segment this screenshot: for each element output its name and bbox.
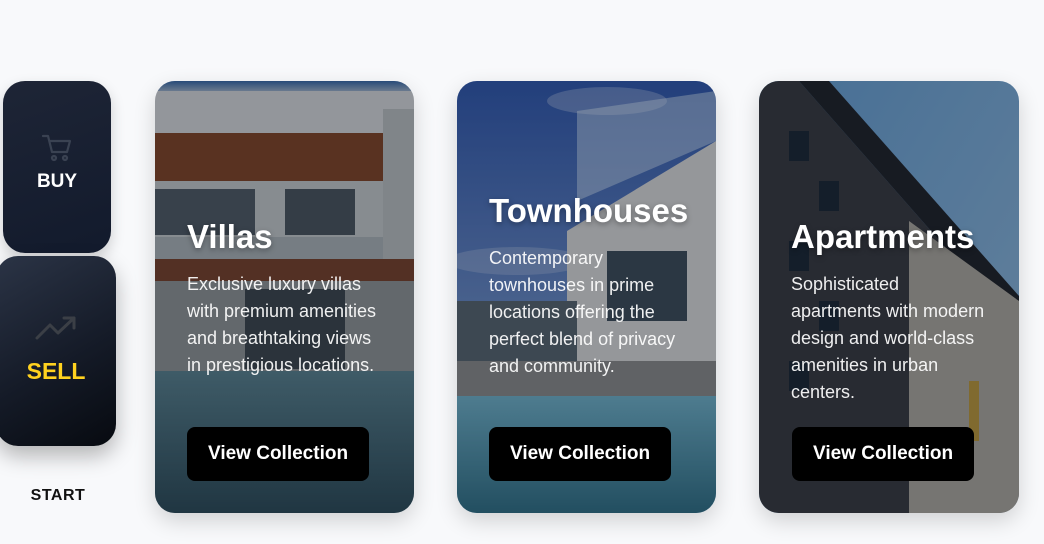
townhouses-card: Townhouses Contemporary townhouses in pr… xyxy=(457,81,716,513)
townhouses-card-content: Townhouses Contemporary townhouses in pr… xyxy=(489,192,690,380)
trending-up-icon xyxy=(34,314,78,342)
villas-view-collection-button[interactable]: View Collection xyxy=(187,427,370,481)
buy-tab-label: BUY xyxy=(36,171,78,192)
townhouses-title: Townhouses xyxy=(489,192,689,229)
apartments-description: Sophisticated apartments with modern des… xyxy=(791,274,985,403)
townhouses-view-collection-button[interactable]: View Collection xyxy=(489,427,672,481)
sell-tab-label: SELL xyxy=(26,358,86,384)
sell-tab[interactable]: SELL xyxy=(0,256,116,446)
property-showcase: BUY SELL START Villas Exclusive luxury v… xyxy=(0,0,1044,544)
cart-icon xyxy=(41,133,73,163)
townhouses-description: Contemporary townhouses in prime locatio… xyxy=(489,248,676,377)
start-label[interactable]: START xyxy=(0,487,116,505)
villas-description: Exclusive luxury villas with premium ame… xyxy=(187,274,377,376)
apartments-card: Apartments Sophisticated apartments with… xyxy=(759,81,1019,513)
apartments-view-collection-button[interactable]: View Collection xyxy=(792,427,975,481)
buy-tab[interactable]: BUY xyxy=(3,81,111,253)
apartments-card-content: Apartments Sophisticated apartments with… xyxy=(791,218,993,406)
apartments-title: Apartments xyxy=(791,218,975,255)
villas-card-content: Villas Exclusive luxury villas with prem… xyxy=(187,218,388,379)
villas-card: Villas Exclusive luxury villas with prem… xyxy=(155,81,414,513)
villas-title: Villas xyxy=(187,218,273,255)
